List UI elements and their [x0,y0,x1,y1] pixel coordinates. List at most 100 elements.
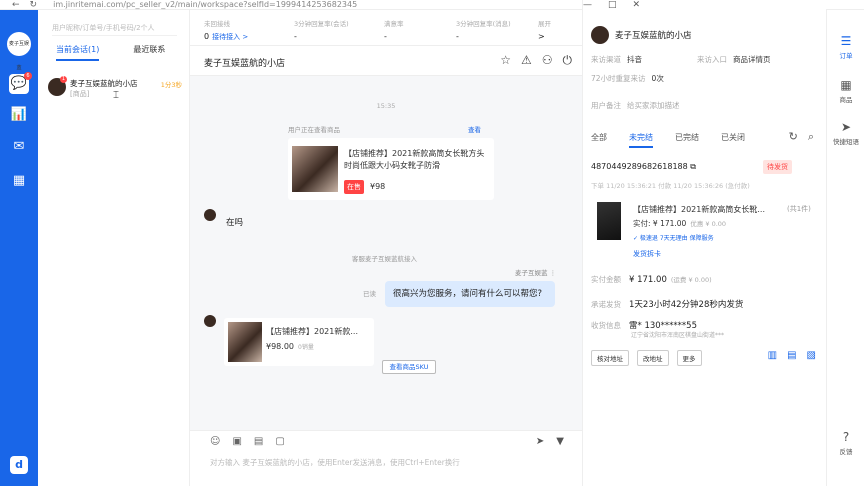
apps-nav-icon[interactable]: ▦ [9,171,29,191]
image-icon[interactable]: ▣ [232,436,241,447]
right-toolbar: ☰ 订单 ▦ 商品 ➤ 快捷短语 ? 反馈 [826,10,864,486]
file-icon[interactable]: ▢ [275,436,284,447]
browser-bar: ← ↻ im.jinritemai.com/pc_seller_v2/main/… [0,0,864,476]
note-info[interactable]: 用户备注 给买家添加描述 [591,100,686,111]
chat-panel: 未回接线 0 接待接入 > 3分钟回复率(会话) - 满意率 - 3分钟回复率(消… [190,10,582,486]
edit-icon[interactable]: ▧ [807,350,816,361]
accept-link[interactable]: 接待接入 > [212,33,248,41]
read-status: 已读 [363,290,376,298]
metric-value: - [456,32,459,41]
metric-label: 未回接线 [204,20,230,28]
feedback-label: 反馈 [839,448,853,456]
promise-row: 承诺发货 1天23小时42分钟28秒内发货 [591,298,743,310]
visit-label: 72小时重复来访 [591,74,646,83]
reload-icon[interactable]: ↻ [30,0,38,10]
orders-tool[interactable]: ☰ 订单 [827,34,864,60]
verify-address-button[interactable]: 核对地址 [591,350,629,366]
metric-satisfaction: 满意率 - [370,10,442,45]
source-value: 抖音 [627,55,642,64]
ship-link[interactable]: 发货拆卡 [633,249,661,259]
note-label: 用户备注 [591,101,621,110]
more-button[interactable]: 更多 [676,350,702,366]
quick-phrases-tool[interactable]: ➤ 快捷短语 [827,120,864,146]
address-bar[interactable]: im.jinritemai.com/pc_seller_v2/main/work… [53,0,357,9]
dropdown-icon[interactable]: ▼ [556,436,564,447]
tab-unfinished[interactable]: 未完结 [629,132,653,148]
chat-header: 麦子互娱蓝航的小店 ☆ ⚠ ⚇ ⏻ [190,46,582,76]
mail-nav-icon[interactable]: ✉ [9,137,29,157]
status-badge: 待发货 [763,160,792,174]
tab-current[interactable]: 当前会话(1) [56,44,100,61]
products-icon: ▦ [840,78,852,92]
feedback-tool[interactable]: ? 反馈 [827,430,864,456]
input-toolbar: ☺ ▣ ▤ ▢ [210,436,285,447]
metric-expand[interactable]: 展开 > [532,10,564,45]
tab-recent[interactable]: 最近联系 [133,44,165,61]
left-nav: 麦子互娱蓝 💬 6 📊 ✉ ▦ d [0,10,38,486]
order-paid: 实付: ¥ 171.00 优惠 ¥ 0.00 [633,219,727,228]
amount-row: 实付金额 ¥ 171.00 (运费 ¥ 0.00) [591,274,712,285]
back-icon[interactable]: ← [12,0,20,10]
conversation-time: 1分3秒 [160,81,182,89]
order-times: 下单 11/20 15:36:21 付款 11/20 15:36:26 (急付款… [591,182,750,190]
visit-value: 0次 [651,74,664,83]
promise-label: 承诺发货 [591,300,621,309]
tab-closed[interactable]: 已关闭 [721,132,745,148]
metric-value: - [294,32,297,41]
agent-message-text: 很高兴为您服务，请问有什么可以帮您? [393,289,543,299]
unread-badge: 1 [60,76,67,83]
receiver-address: 辽宁省沈阳市浑南区棋盘山街道*** [631,332,725,339]
entry-value: 商品详情页 [733,55,771,64]
star-icon[interactable]: ☆ [500,53,511,68]
customer-info-panel: 麦子互娱蓝航的小店 来访渠道 抖音 来访入口 商品详情页 72小时重复来访 0次 用户… [582,10,826,486]
order-id[interactable]: 4870449289682618188 ⧉ [591,162,696,172]
note-icon[interactable]: ▥ [768,350,777,361]
product-image [292,146,338,192]
send-icon: ➤ [840,120,852,134]
order-action-icons: ▥ ▤ ▧ [768,350,816,361]
view-product-link[interactable]: 查看 [468,124,481,134]
chevron-right-icon: > [538,32,545,41]
entry-label: 来访入口 [697,55,727,64]
calendar-icon[interactable]: ▤ [254,436,263,447]
refresh-icon[interactable]: ↻ [789,130,798,144]
send-icon[interactable]: ➤ [536,436,544,447]
product-image [228,322,262,362]
brand-logo-icon: d [10,456,28,474]
copy-icon[interactable]: ▤ [787,350,796,361]
amount-label: 实付金额 [591,275,621,284]
search-input[interactable]: 用户昵称/订单号/手机号码/2个人 [52,20,177,36]
mouse-cursor-icon: ⌶ [113,90,119,101]
avatar [591,26,609,44]
product-card[interactable]: 【店铺推荐】2021新款... ¥98.00 0销量 [224,318,374,366]
product-title: 【店铺推荐】2021新款... [266,327,358,336]
metric-value: - [384,32,387,41]
search-icon[interactable]: ⌕ [808,130,814,144]
metrics-bar: 未回接线 0 接待接入 > 3分钟回复率(会话) - 满意率 - 3分钟回复率(消… [190,10,582,46]
warning-icon[interactable]: ⚠ [521,53,532,68]
customer-message: 在吗 [226,218,244,228]
order-product-title[interactable]: 【店铺推荐】2021新款高筒女长靴... [633,204,765,215]
chat-nav-icon[interactable]: 💬 6 [9,72,32,94]
metric-unanswered: 未回接线 0 接待接入 > [190,10,280,45]
order-count: (共1件) [787,205,811,213]
note-placeholder[interactable]: 给买家添加描述 [627,101,680,110]
conversation-preview: [商品] [70,90,90,98]
store-avatar[interactable]: 麦子互娱蓝 [7,32,31,71]
emoji-icon[interactable]: ☺ [210,436,220,447]
transfer-user-icon[interactable]: ⚇ [542,53,553,68]
stats-nav-icon[interactable]: 📊 [9,105,29,125]
product-card[interactable]: 【店铺推荐】2021新款高筒女长靴方头时尚低跟大小码女靴子防滑 在售 ¥98 [288,138,494,200]
tab-finished[interactable]: 已完结 [675,132,699,148]
products-tool[interactable]: ▦ 商品 [827,78,864,104]
conversation-name: 麦子互娱蓝航的小店 [70,79,138,88]
order-actions: 核对地址 改地址 更多 [591,350,702,366]
power-icon[interactable]: ⏻ [563,53,573,68]
change-address-button[interactable]: 改地址 [637,350,669,366]
message-input[interactable]: 对方输入 麦子互娱蓝航的小店，使用Enter发送消息，使用Ctrl+Enter换… [210,457,460,468]
orders-label: 订单 [839,52,853,60]
tab-all[interactable]: 全部 [591,132,607,148]
source-label: 来访渠道 [591,55,621,64]
view-sku-button[interactable]: 查看商品SKU [382,360,436,374]
orders-icon: ☰ [840,34,852,48]
